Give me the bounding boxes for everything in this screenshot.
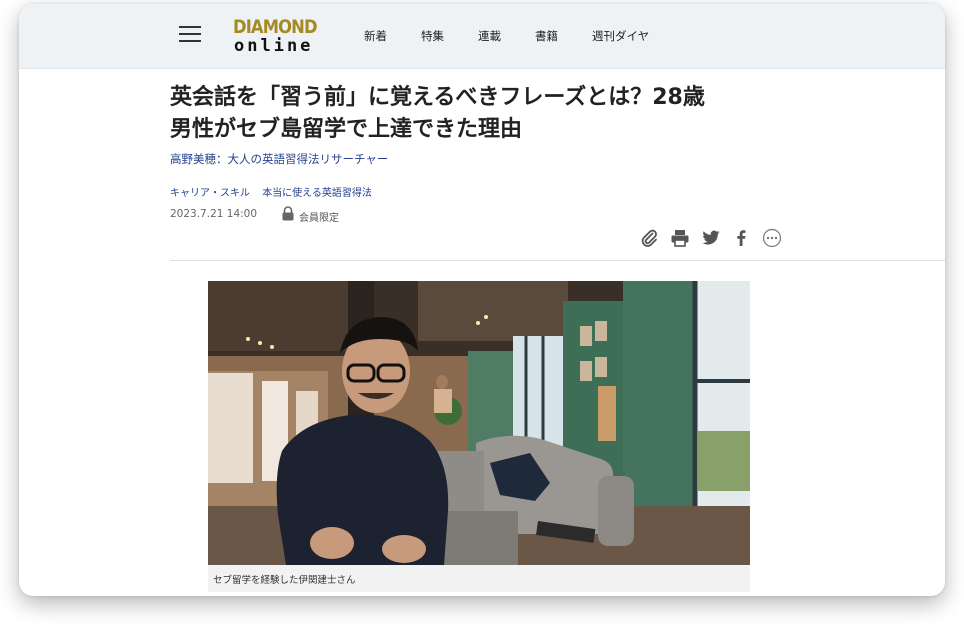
print-icon[interactable] [670,228,690,248]
more-icon[interactable] [762,228,782,248]
twitter-icon[interactable] [701,228,721,248]
category-list: キャリア・スキル 本当に使える英語習得法 [170,184,381,199]
caption-bar: セブ留学を経験した伊関建士さん [208,565,750,592]
site-header: DIAMOND online 新着 特集 連載 書籍 週刊ダイヤ [19,4,945,69]
nav-item-series[interactable]: 連載 [478,28,501,44]
members-only-badge: 会員限定 [299,213,339,224]
logo-line1: DIAMOND [233,16,318,38]
nav-item-features[interactable]: 特集 [421,28,444,44]
site-logo[interactable]: DIAMOND online [233,17,325,59]
menu-icon[interactable] [179,26,201,44]
title-line2: 男性がセブ島留学で上達できた理由 [170,117,523,142]
logo-line2: online [234,36,314,56]
divider [170,260,945,261]
publish-date: 2023.7.21 14:00 [170,208,258,220]
article-title: 英会話を「習う前」に覚えるべきフレーズとは？28歳 男性がセブ島留学で上達できた… [170,82,810,146]
author-link[interactable]: 高野美穂：大人の英語習得法リサーチャー [170,151,388,167]
category-english[interactable]: 本当に使える英語習得法 [262,188,372,199]
nav-item-new[interactable]: 新着 [364,28,387,44]
article-photo [208,281,750,565]
browser-window: DIAMOND online 新着 特集 連載 書籍 週刊ダイヤ 英会話を「習う… [19,4,945,596]
clip-icon[interactable] [639,228,659,248]
photo-caption: セブ留学を経験した伊関建士さん [213,575,356,586]
nav-item-weekly[interactable]: 週刊ダイヤ [592,28,649,44]
category-career[interactable]: キャリア・スキル [170,188,250,199]
title-line1: 英会話を「習う前」に覚えるべきフレーズとは？28歳 [170,85,705,110]
lock-icon [282,206,294,221]
facebook-icon[interactable] [731,228,751,248]
nav-item-books[interactable]: 書籍 [535,28,558,44]
